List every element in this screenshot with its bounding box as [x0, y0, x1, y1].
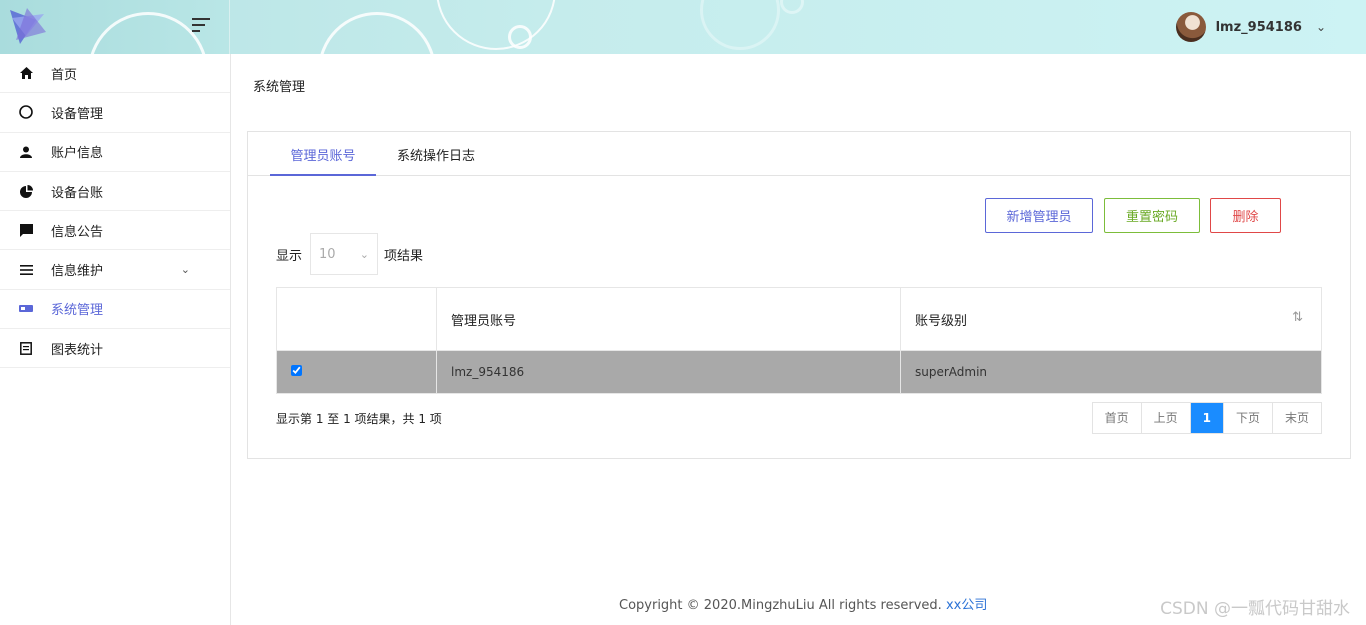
admin-table: 管理员账号 账号级别 ⇅ lmz_954186 superAdmin	[276, 287, 1322, 394]
document-icon	[18, 340, 34, 356]
decor-circle	[318, 12, 436, 54]
decor-circle	[780, 0, 804, 14]
row-select-cell	[276, 350, 437, 394]
sidebar-item-account[interactable]: 账户信息	[0, 133, 230, 172]
chevron-down-icon: ⌄	[359, 247, 370, 261]
sidebar-item-label: 图表统计	[51, 342, 104, 358]
decor-circle	[700, 0, 780, 50]
column-header-select[interactable]	[276, 287, 437, 351]
watermark: CSDN @一瓢代码甘甜水	[1160, 599, 1350, 619]
column-header-label: 管理员账号	[451, 313, 517, 329]
length-suffix: 项结果	[384, 248, 424, 264]
tab-admin-accounts[interactable]: 管理员账号	[270, 132, 376, 176]
company-link[interactable]: xx公司	[946, 598, 987, 613]
decor-circle	[508, 25, 532, 49]
page-last[interactable]: 末页	[1271, 403, 1321, 433]
page-length-select[interactable]: 10 ⌄	[310, 233, 379, 275]
tab-bar: 管理员账号 系统操作日志	[248, 132, 1350, 176]
chevron-down-icon[interactable]: ⌄	[181, 263, 190, 276]
column-header-level[interactable]: 账号级别 ⇅	[900, 287, 1322, 351]
username-label: lmz_954186	[1215, 19, 1302, 35]
user-menu[interactable]: lmz_954186 ⌄	[1175, 11, 1326, 43]
sidebar-item-devices[interactable]: 设备管理	[0, 93, 230, 133]
table-header-row: 管理员账号 账号级别 ⇅	[276, 287, 1322, 351]
list-icon	[18, 262, 34, 278]
sort-icon[interactable]: ⇅	[1292, 310, 1303, 325]
sidebar-item-label: 首页	[51, 67, 78, 83]
account-cell: lmz_954186	[436, 350, 901, 394]
sidebar-item-label: 信息公告	[51, 224, 104, 240]
logo-icon	[10, 8, 46, 44]
sidebar-item-label: 信息维护	[51, 264, 104, 280]
column-header-account[interactable]: 管理员账号	[436, 287, 901, 351]
page-next[interactable]: 下页	[1222, 403, 1272, 433]
add-admin-button[interactable]: 新增管理员	[985, 198, 1093, 233]
decor-circle	[88, 12, 208, 54]
reset-password-button[interactable]: 重置密码	[1104, 198, 1200, 233]
admin-panel: 管理员账号 系统操作日志 新增管理员 重置密码 删除 显示 10 ⌄ 项结果 管…	[247, 131, 1351, 459]
breadcrumb: 系统管理	[253, 80, 306, 95]
chevron-down-icon[interactable]: ⌄	[1316, 20, 1326, 34]
sidebar-item-home[interactable]: 首页	[0, 54, 230, 94]
row-checkbox[interactable]	[291, 365, 302, 376]
header-logo-area	[0, 0, 230, 54]
circle-icon	[18, 104, 34, 120]
sidebar-item-ledger[interactable]: 设备台账	[0, 172, 230, 212]
delete-button[interactable]: 删除	[1210, 198, 1281, 233]
sidebar-item-label: 系统管理	[51, 303, 104, 319]
menu-toggle-icon[interactable]	[192, 18, 210, 34]
length-prefix: 显示	[276, 248, 303, 264]
page-first[interactable]: 首页	[1093, 403, 1141, 433]
pie-chart-icon	[18, 183, 34, 199]
column-header-label: 账号级别	[915, 313, 968, 329]
page-length-value: 10	[319, 246, 336, 262]
home-icon	[18, 65, 34, 81]
sidebar-item-system[interactable]: 系统管理	[0, 290, 230, 330]
top-header: lmz_954186 ⌄	[0, 0, 1366, 54]
user-icon	[18, 144, 34, 160]
page-prev[interactable]: 上页	[1140, 403, 1190, 433]
sidebar-item-label: 账户信息	[51, 146, 104, 162]
tab-operation-log[interactable]: 系统操作日志	[386, 132, 486, 176]
sidebar-item-label: 设备台账	[51, 185, 104, 201]
footer: Copyright © 2020.MingzhuLiu All rights r…	[619, 594, 987, 613]
sidebar: 首页 设备管理 账户信息 设备台账 信息公告 信息维护 ⌄ 系统管理 图表统计	[0, 54, 231, 625]
message-icon	[18, 222, 34, 238]
table-info: 显示第 1 至 1 项结果，共 1 项	[276, 412, 442, 426]
sidebar-item-charts[interactable]: 图表统计	[0, 329, 230, 369]
avatar[interactable]	[1175, 12, 1206, 42]
page-length-control: 显示 10 ⌄ 项结果	[276, 233, 423, 275]
decor-circle	[436, 0, 556, 50]
sidebar-item-label: 设备管理	[51, 106, 104, 122]
sidebar-item-notice[interactable]: 信息公告	[0, 211, 230, 251]
table-row[interactable]: lmz_954186 superAdmin	[276, 350, 1322, 394]
level-cell: superAdmin	[900, 350, 1322, 394]
sidebar-item-maintenance[interactable]: 信息维护 ⌄	[0, 250, 230, 290]
copyright-text: Copyright © 2020.MingzhuLiu All rights r…	[619, 598, 942, 613]
page-number[interactable]: 1	[1189, 403, 1223, 433]
pagination: 首页 上页 1 下页 末页	[1091, 402, 1322, 434]
card-icon	[18, 301, 34, 317]
